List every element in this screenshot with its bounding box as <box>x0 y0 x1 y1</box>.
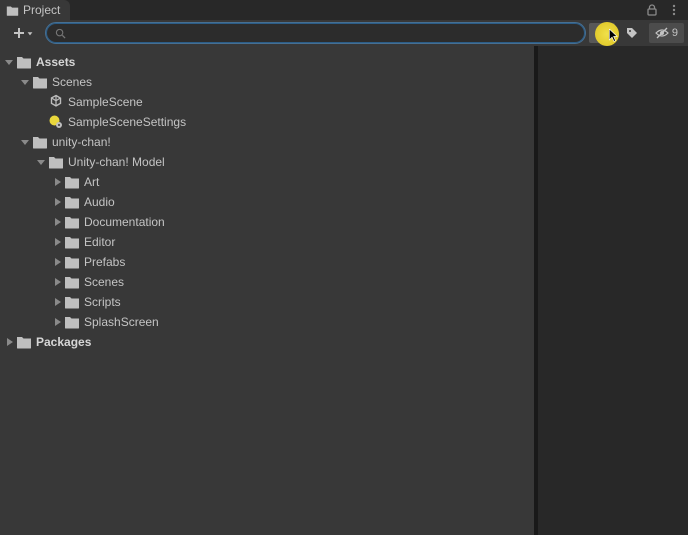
folder-icon <box>16 54 32 70</box>
hidden-icon <box>655 26 669 40</box>
folder-icon <box>64 214 80 230</box>
foldout-right-icon[interactable] <box>51 236 63 248</box>
tree-label: Prefabs <box>84 255 125 269</box>
hidden-items-button[interactable]: 9 <box>649 23 684 43</box>
folder-icon <box>32 74 48 90</box>
tree-label: SampleScene <box>68 95 143 109</box>
foldout-down-icon[interactable] <box>19 136 31 148</box>
folder-icon <box>32 134 48 150</box>
preview-panel <box>538 46 688 535</box>
folder-icon <box>64 174 80 190</box>
tree-label: Scripts <box>84 295 121 309</box>
foldout-down-icon[interactable] <box>35 156 47 168</box>
filter-by-type-button[interactable] <box>589 23 615 43</box>
foldout-down-icon[interactable] <box>19 76 31 88</box>
toolbar: 9 <box>0 20 688 46</box>
tree-row-splashscreen[interactable]: SplashScreen <box>0 312 534 332</box>
folder-icon <box>64 254 80 270</box>
tree-row-packages[interactable]: Packages <box>0 332 534 352</box>
tree-label: Audio <box>84 195 115 209</box>
tree-label: SplashScreen <box>84 315 159 329</box>
tree-label: Scenes <box>52 75 92 89</box>
foldout-right-icon[interactable] <box>51 196 63 208</box>
foldout-right-icon[interactable] <box>51 176 63 188</box>
tree-label: SampleSceneSettings <box>68 115 186 129</box>
folder-icon <box>64 194 80 210</box>
tag-icon <box>625 26 639 40</box>
lock-icon <box>645 3 659 17</box>
tree-row-editor[interactable]: Editor <box>0 232 534 252</box>
hidden-count: 9 <box>672 27 678 39</box>
chevron-down-icon <box>26 29 34 37</box>
folder-icon <box>6 4 19 17</box>
project-window: Project 9 <box>0 0 688 535</box>
tree-row-assets[interactable]: Assets <box>0 52 534 72</box>
tree-row-scenes2[interactable]: Scenes <box>0 272 534 292</box>
tree-label: unity-chan! <box>52 135 111 149</box>
plus-icon <box>13 27 25 39</box>
search-field <box>46 23 585 43</box>
foldout-right-icon[interactable] <box>51 296 63 308</box>
folder-icon <box>64 234 80 250</box>
unity-icon <box>48 94 64 110</box>
tree-row-scripts[interactable]: Scripts <box>0 292 534 312</box>
foldout-right-icon[interactable] <box>51 276 63 288</box>
settings-icon <box>48 114 64 130</box>
tree-row-samplescene[interactable]: SampleScene <box>0 92 534 112</box>
type-filter-icon <box>595 26 609 40</box>
tree-label: Art <box>84 175 99 189</box>
foldout-right-icon[interactable] <box>51 316 63 328</box>
tree-row-audio[interactable]: Audio <box>0 192 534 212</box>
tab-strip: Project <box>0 0 688 20</box>
tree-row-documentation[interactable]: Documentation <box>0 212 534 232</box>
create-button[interactable] <box>4 23 42 43</box>
folder-icon <box>64 314 80 330</box>
tree-row-unitychanmodel[interactable]: Unity-chan! Model <box>0 152 534 172</box>
options-button[interactable] <box>664 0 684 20</box>
tree-row-unitychan[interactable]: unity-chan! <box>0 132 534 152</box>
search-input[interactable] <box>72 26 576 40</box>
tree-label: Assets <box>36 55 75 69</box>
tree-label: Packages <box>36 335 91 349</box>
folder-icon <box>64 274 80 290</box>
tree-label: Editor <box>84 235 115 249</box>
tree-row-scenes[interactable]: Scenes <box>0 72 534 92</box>
foldout-right-icon[interactable] <box>51 256 63 268</box>
tree-label: Unity-chan! Model <box>68 155 165 169</box>
filter-by-label-button[interactable] <box>619 23 645 43</box>
folder-icon <box>64 294 80 310</box>
tree-label: Documentation <box>84 215 165 229</box>
tab-title: Project <box>23 3 60 17</box>
search-icon <box>55 28 66 39</box>
tree-row-art[interactable]: Art <box>0 172 534 192</box>
folder-icon <box>16 334 32 350</box>
project-tree[interactable]: Assets Scenes SampleScene SampleSceneSet… <box>0 46 534 535</box>
tree-row-prefabs[interactable]: Prefabs <box>0 252 534 272</box>
folder-icon <box>48 154 64 170</box>
project-tab[interactable]: Project <box>0 0 70 20</box>
foldout-right-icon[interactable] <box>3 336 15 348</box>
lock-button[interactable] <box>642 0 662 20</box>
tree-row-samplescenesettings[interactable]: SampleSceneSettings <box>0 112 534 132</box>
kebab-icon <box>667 3 681 17</box>
foldout-right-icon[interactable] <box>51 216 63 228</box>
tree-label: Scenes <box>84 275 124 289</box>
foldout-down-icon[interactable] <box>3 56 15 68</box>
